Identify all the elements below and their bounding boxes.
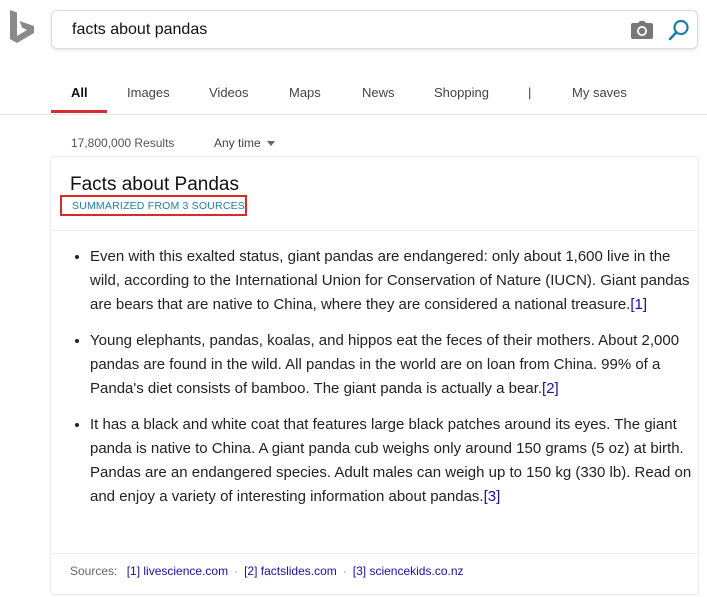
- sources-row: Sources: [1] livescience.com · [2] factsli…: [70, 564, 464, 578]
- divider: [51, 230, 698, 231]
- time-filter-label: Any time: [214, 136, 261, 150]
- chevron-down-icon: [266, 141, 275, 147]
- citation-link[interactable]: [3]: [484, 488, 501, 505]
- source-link[interactable]: [3] sciencekids.co.nz: [353, 564, 464, 578]
- bullet-list: Even with this exalted status, giant pan…: [70, 245, 702, 521]
- bullet-text: Young elephants, pandas, koalas, and hip…: [90, 332, 680, 397]
- sources-label: Sources:: [70, 564, 118, 578]
- list-item: It has a black and white coat that featu…: [90, 413, 702, 509]
- nav-tabs: All Images Videos Maps News Shopping | M…: [0, 78, 707, 115]
- source-separator: ·: [342, 564, 347, 578]
- summary-highlight-box: SUMMARIZED FROM 3 SOURCES: [60, 195, 247, 216]
- search-input[interactable]: [72, 11, 592, 48]
- results-count: 17,800,000 Results: [71, 136, 175, 150]
- active-tab-indicator: [51, 110, 107, 113]
- divider: [51, 553, 698, 554]
- bing-logo[interactable]: [8, 10, 36, 48]
- bullet-text: Even with this exalted status, giant pan…: [90, 248, 690, 313]
- tab-images[interactable]: Images: [127, 85, 170, 100]
- tab-separator: |: [528, 85, 532, 100]
- list-item: Even with this exalted status, giant pan…: [90, 245, 702, 317]
- tab-news[interactable]: News: [362, 85, 395, 100]
- search-box[interactable]: [51, 10, 698, 49]
- summary-card: Facts about Pandas SUMMARIZED FROM 3 SOU…: [51, 157, 698, 594]
- source-separator: ·: [234, 564, 239, 578]
- tab-my-saves[interactable]: My saves: [572, 85, 627, 100]
- tab-maps[interactable]: Maps: [289, 85, 321, 100]
- bullet-text: It has a black and white coat that featu…: [90, 416, 692, 505]
- citation-link[interactable]: [1]: [630, 296, 647, 313]
- list-item: Young elephants, pandas, koalas, and hip…: [90, 329, 702, 401]
- tab-shopping[interactable]: Shopping: [434, 85, 489, 100]
- summary-label[interactable]: SUMMARIZED FROM 3 SOURCES: [72, 200, 245, 212]
- time-filter-dropdown[interactable]: Any time: [214, 136, 275, 150]
- source-link[interactable]: [2] factslides.com: [244, 564, 337, 578]
- search-icon[interactable]: [668, 19, 690, 41]
- tab-videos[interactable]: Videos: [209, 85, 249, 100]
- card-title: Facts about Pandas: [70, 174, 239, 195]
- citation-link[interactable]: [2]: [542, 380, 559, 397]
- source-link[interactable]: [1] livescience.com: [127, 564, 228, 578]
- tab-all[interactable]: All: [71, 85, 88, 100]
- camera-icon[interactable]: [631, 21, 653, 39]
